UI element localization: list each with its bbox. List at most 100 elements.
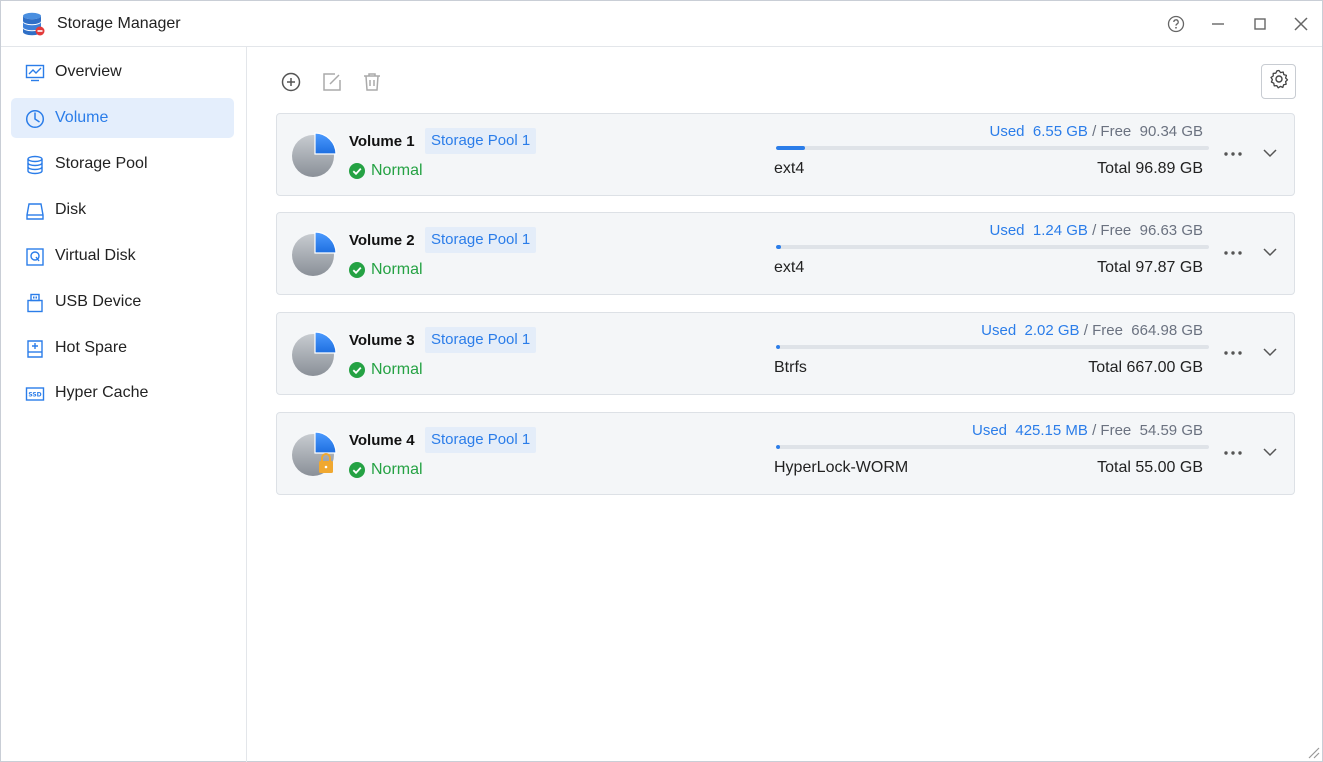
monitor-chart-icon bbox=[25, 63, 45, 83]
resize-grip-icon[interactable] bbox=[1304, 743, 1320, 759]
free-value: 96.63 GB bbox=[1139, 222, 1203, 239]
add-circle-icon[interactable] bbox=[280, 71, 302, 93]
chevron-down-icon[interactable] bbox=[1261, 243, 1279, 261]
separator: / bbox=[1092, 123, 1097, 140]
volume-pie-icon bbox=[291, 431, 337, 477]
status-label: Normal bbox=[371, 361, 423, 378]
used-label: Used bbox=[989, 222, 1025, 239]
minimize-icon[interactable] bbox=[1207, 13, 1229, 35]
sidebar-item-storage-pool[interactable]: Storage Pool bbox=[11, 144, 234, 184]
edit-icon[interactable] bbox=[321, 71, 343, 93]
total-capacity: Total 667.00 GB bbox=[1088, 359, 1203, 377]
check-circle-icon bbox=[349, 462, 365, 478]
usb-icon bbox=[25, 293, 45, 313]
free-label: Free bbox=[1092, 322, 1123, 339]
sidebar-item-hyper-cache[interactable]: SSD Hyper Cache bbox=[11, 373, 234, 413]
sidebar-item-overview[interactable]: Overview bbox=[11, 52, 234, 92]
check-circle-icon bbox=[349, 262, 365, 278]
settings-button[interactable] bbox=[1261, 64, 1296, 99]
total-capacity: Total 97.87 GB bbox=[1097, 259, 1203, 277]
sidebar-item-label: USB Device bbox=[55, 293, 142, 310]
usage-summary: Used 2.02 GB / Free 664.98 GB bbox=[981, 322, 1203, 339]
status-badge: Normal bbox=[349, 161, 423, 181]
more-options-icon[interactable] bbox=[1221, 243, 1245, 263]
sidebar-item-label: Volume bbox=[55, 109, 109, 126]
status-label: Normal bbox=[371, 162, 423, 179]
hard-drive-icon bbox=[25, 201, 45, 221]
status-badge: Normal bbox=[349, 260, 423, 280]
separator: / bbox=[1092, 222, 1097, 239]
status-badge: Normal bbox=[349, 460, 423, 480]
volume-card[interactable]: Volume 4 Storage Pool 1 Normal Used 425.15 … bbox=[276, 412, 1295, 495]
sidebar-item-volume[interactable]: Volume bbox=[11, 98, 234, 138]
ssd-icon: SSD bbox=[25, 384, 45, 404]
more-options-icon[interactable] bbox=[1221, 144, 1245, 164]
main-panel: Volume 1 Storage Pool 1 Normal Used 6.55 GB… bbox=[248, 47, 1323, 762]
storage-manager-window: Storage Manager Overview Volume Storage … bbox=[0, 0, 1323, 762]
storage-pool-link[interactable]: Storage Pool 1 bbox=[425, 128, 537, 154]
total-value: 96.89 GB bbox=[1135, 160, 1203, 177]
storage-pool-link[interactable]: Storage Pool 1 bbox=[425, 327, 537, 353]
more-options-icon[interactable] bbox=[1221, 443, 1245, 463]
volume-card[interactable]: Volume 1 Storage Pool 1 Normal Used 6.55 GB… bbox=[276, 113, 1295, 196]
sidebar-item-label: Hyper Cache bbox=[55, 384, 149, 401]
volume-card[interactable]: Volume 3 Storage Pool 1 Normal Used 2.02 GB… bbox=[276, 312, 1295, 395]
total-value: 667.00 GB bbox=[1126, 359, 1204, 376]
total-capacity: Total 96.89 GB bbox=[1097, 160, 1203, 178]
trash-icon[interactable] bbox=[361, 71, 383, 93]
sidebar-item-label: Hot Spare bbox=[55, 339, 128, 356]
free-label: Free bbox=[1100, 123, 1132, 140]
maximize-icon[interactable] bbox=[1249, 13, 1271, 35]
chevron-down-icon[interactable] bbox=[1261, 443, 1279, 461]
used-value: 2.02 GB bbox=[1024, 322, 1080, 339]
usage-bar-fill bbox=[776, 445, 780, 449]
free-label: Free bbox=[1100, 422, 1132, 439]
status-badge: Normal bbox=[349, 360, 423, 380]
sidebar-item-label: Virtual Disk bbox=[55, 247, 136, 264]
total-label: Total bbox=[1097, 259, 1131, 276]
used-label: Used bbox=[981, 322, 1017, 339]
used-value: 6.55 GB bbox=[1032, 123, 1088, 140]
total-value: 55.00 GB bbox=[1135, 459, 1203, 476]
storage-pool-link[interactable]: Storage Pool 1 bbox=[425, 427, 537, 453]
filesystem-label: ext4 bbox=[774, 259, 805, 276]
volume-pie-icon bbox=[291, 231, 337, 277]
volume-card[interactable]: Volume 2 Storage Pool 1 Normal Used 1.24 GB… bbox=[276, 212, 1295, 295]
usage-summary: Used 6.55 GB / Free 90.34 GB bbox=[989, 123, 1203, 140]
sidebar-item-hot-spare[interactable]: Hot Spare bbox=[11, 328, 234, 368]
filesystem-label: Btrfs bbox=[774, 359, 807, 376]
used-value: 1.24 GB bbox=[1032, 222, 1088, 239]
close-icon[interactable] bbox=[1290, 13, 1312, 35]
check-circle-icon bbox=[349, 163, 365, 179]
status-label: Normal bbox=[371, 461, 423, 478]
volume-pie-icon bbox=[291, 132, 337, 178]
chevron-down-icon[interactable] bbox=[1261, 343, 1279, 361]
total-label: Total bbox=[1097, 459, 1131, 476]
hot-spare-icon bbox=[25, 339, 45, 359]
more-options-icon[interactable] bbox=[1221, 343, 1245, 363]
pie-clock-icon bbox=[25, 109, 45, 129]
volume-name: Volume 4 bbox=[349, 432, 415, 449]
check-circle-icon bbox=[349, 362, 365, 378]
sidebar-item-virtual-disk[interactable]: Virtual Disk bbox=[11, 236, 234, 276]
database-icon bbox=[25, 155, 45, 175]
free-value: 90.34 GB bbox=[1139, 123, 1203, 140]
sidebar-item-disk[interactable]: Disk bbox=[11, 190, 234, 230]
filesystem-label: HyperLock-WORM bbox=[774, 459, 909, 476]
usage-bar bbox=[776, 146, 1209, 150]
sidebar-item-usb-device[interactable]: USB Device bbox=[11, 282, 234, 322]
total-label: Total bbox=[1088, 359, 1123, 376]
help-icon[interactable] bbox=[1165, 13, 1187, 35]
sidebar-item-label: Disk bbox=[55, 201, 87, 218]
used-label: Used bbox=[989, 123, 1025, 140]
volume-name: Volume 1 bbox=[349, 133, 415, 150]
usage-bar bbox=[776, 245, 1209, 249]
sidebar-item-label: Overview bbox=[55, 63, 122, 80]
usage-summary: Used 425.15 MB / Free 54.59 GB bbox=[972, 422, 1203, 439]
used-label: Used bbox=[971, 422, 1008, 439]
separator: / bbox=[1083, 322, 1088, 339]
usage-bar bbox=[776, 445, 1209, 449]
chevron-down-icon[interactable] bbox=[1261, 144, 1279, 162]
free-label: Free bbox=[1100, 222, 1132, 239]
storage-pool-link[interactable]: Storage Pool 1 bbox=[425, 227, 537, 253]
